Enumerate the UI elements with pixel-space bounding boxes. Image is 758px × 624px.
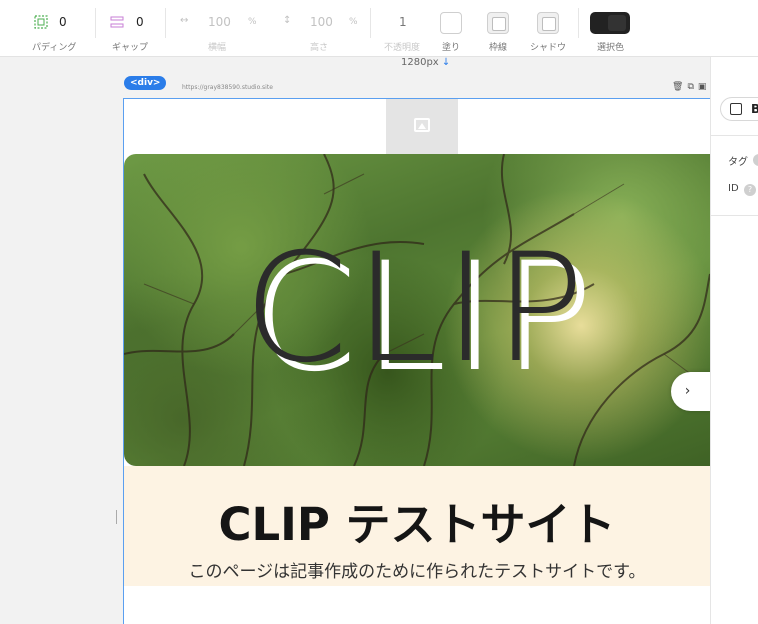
site-title: CLIP テストサイト bbox=[218, 498, 616, 551]
site-subtitle: このページは記事作成のために作られたテストサイトです。 bbox=[188, 562, 646, 582]
help-icon[interactable] bbox=[753, 154, 758, 166]
canvas-width-value: 1280px bbox=[401, 57, 439, 68]
height-arrows-icon: ↕ bbox=[283, 15, 292, 26]
toolbar-divider bbox=[95, 8, 96, 38]
frame-action-icons: 🗑⧉▣ bbox=[672, 82, 710, 92]
gap-value[interactable]: 0 bbox=[136, 15, 144, 29]
border-label: 枠線 bbox=[489, 43, 508, 53]
canvas-width-indicator[interactable]: 1280px ↓ bbox=[398, 57, 454, 70]
image-icon bbox=[414, 118, 430, 132]
caption-section[interactable]: CLIP テストサイト このページは記事作成のために作られたテストサイトです。 bbox=[124, 466, 710, 586]
width-unit[interactable]: % bbox=[248, 17, 257, 27]
toolbar-divider bbox=[370, 8, 371, 38]
fill-swatch[interactable] bbox=[440, 12, 462, 34]
help-icon[interactable]: ? bbox=[744, 184, 756, 196]
toolbar-divider bbox=[165, 8, 166, 38]
chevron-right-icon: › bbox=[684, 383, 691, 399]
height-unit[interactable]: % bbox=[349, 17, 358, 27]
gap-control[interactable]: 0 ギャップ bbox=[100, 0, 170, 57]
height-control[interactable]: ↕ 100 % 高さ bbox=[275, 0, 370, 57]
border-control[interactable]: 枠線 bbox=[482, 0, 517, 57]
shadow-control[interactable]: シャドウ bbox=[525, 0, 570, 57]
width-arrows-icon: ↔ bbox=[180, 15, 189, 26]
toolbar-divider bbox=[578, 8, 579, 38]
checkbox-icon bbox=[730, 103, 742, 115]
fill-control[interactable]: 塗り bbox=[435, 0, 470, 57]
right-panel-button-label: B bbox=[751, 102, 758, 116]
width-value[interactable]: 100 bbox=[208, 15, 231, 29]
toolbar: 0 パディング 0 ギャップ ↔ 100 % 横幅 ↕ 100 % 高さ 1 不… bbox=[0, 0, 758, 57]
padding-icon bbox=[34, 15, 48, 29]
tag-label: タグ bbox=[728, 157, 748, 168]
divider bbox=[711, 135, 758, 136]
divider bbox=[711, 215, 758, 216]
width-label: 横幅 bbox=[208, 43, 227, 53]
border-swatch[interactable] bbox=[487, 12, 509, 34]
arrow-down-icon: ↓ bbox=[441, 57, 451, 68]
below-section bbox=[124, 586, 710, 624]
copy-icon[interactable]: ⧉ bbox=[687, 82, 697, 92]
selected-color-label: 選択色 bbox=[597, 43, 625, 53]
resize-handle[interactable] bbox=[116, 510, 117, 524]
fill-label: 塗り bbox=[442, 43, 461, 53]
padding-control[interactable]: 0 パディング bbox=[14, 0, 94, 57]
width-control[interactable]: ↔ 100 % 横幅 bbox=[170, 0, 265, 57]
image-placeholder[interactable] bbox=[386, 99, 458, 154]
padding-label: パディング bbox=[32, 43, 77, 53]
opacity-label: 不透明度 bbox=[384, 43, 421, 53]
gap-icon bbox=[110, 16, 124, 28]
shadow-swatch[interactable] bbox=[537, 12, 559, 34]
selected-color-swatch[interactable] bbox=[590, 12, 630, 34]
shadow-label: シャドウ bbox=[530, 43, 567, 53]
trash-icon[interactable]: 🗑 bbox=[672, 82, 687, 92]
opacity-value[interactable]: 1 bbox=[399, 15, 407, 29]
id-label: ID bbox=[728, 183, 739, 194]
padding-value[interactable]: 0 bbox=[59, 15, 67, 29]
duplicate-icon[interactable]: ▣ bbox=[698, 82, 711, 92]
height-value[interactable]: 100 bbox=[310, 15, 333, 29]
site-url: https://gray838590.studio.site bbox=[182, 84, 273, 91]
right-panel-button[interactable]: B bbox=[720, 97, 758, 121]
selected-color-control[interactable]: 選択色 bbox=[585, 0, 635, 57]
right-panel: B タグ ID ? bbox=[710, 57, 758, 624]
hero-section[interactable]: CLIP bbox=[124, 154, 710, 466]
frame-tag[interactable]: <div> bbox=[124, 76, 167, 90]
opacity-control[interactable]: 1 不透明度 bbox=[378, 0, 428, 57]
gap-label: ギャップ bbox=[112, 43, 149, 53]
carousel-next-button[interactable]: › bbox=[671, 372, 710, 411]
height-label: 高さ bbox=[310, 43, 329, 53]
hero-title: CLIP bbox=[243, 222, 591, 396]
